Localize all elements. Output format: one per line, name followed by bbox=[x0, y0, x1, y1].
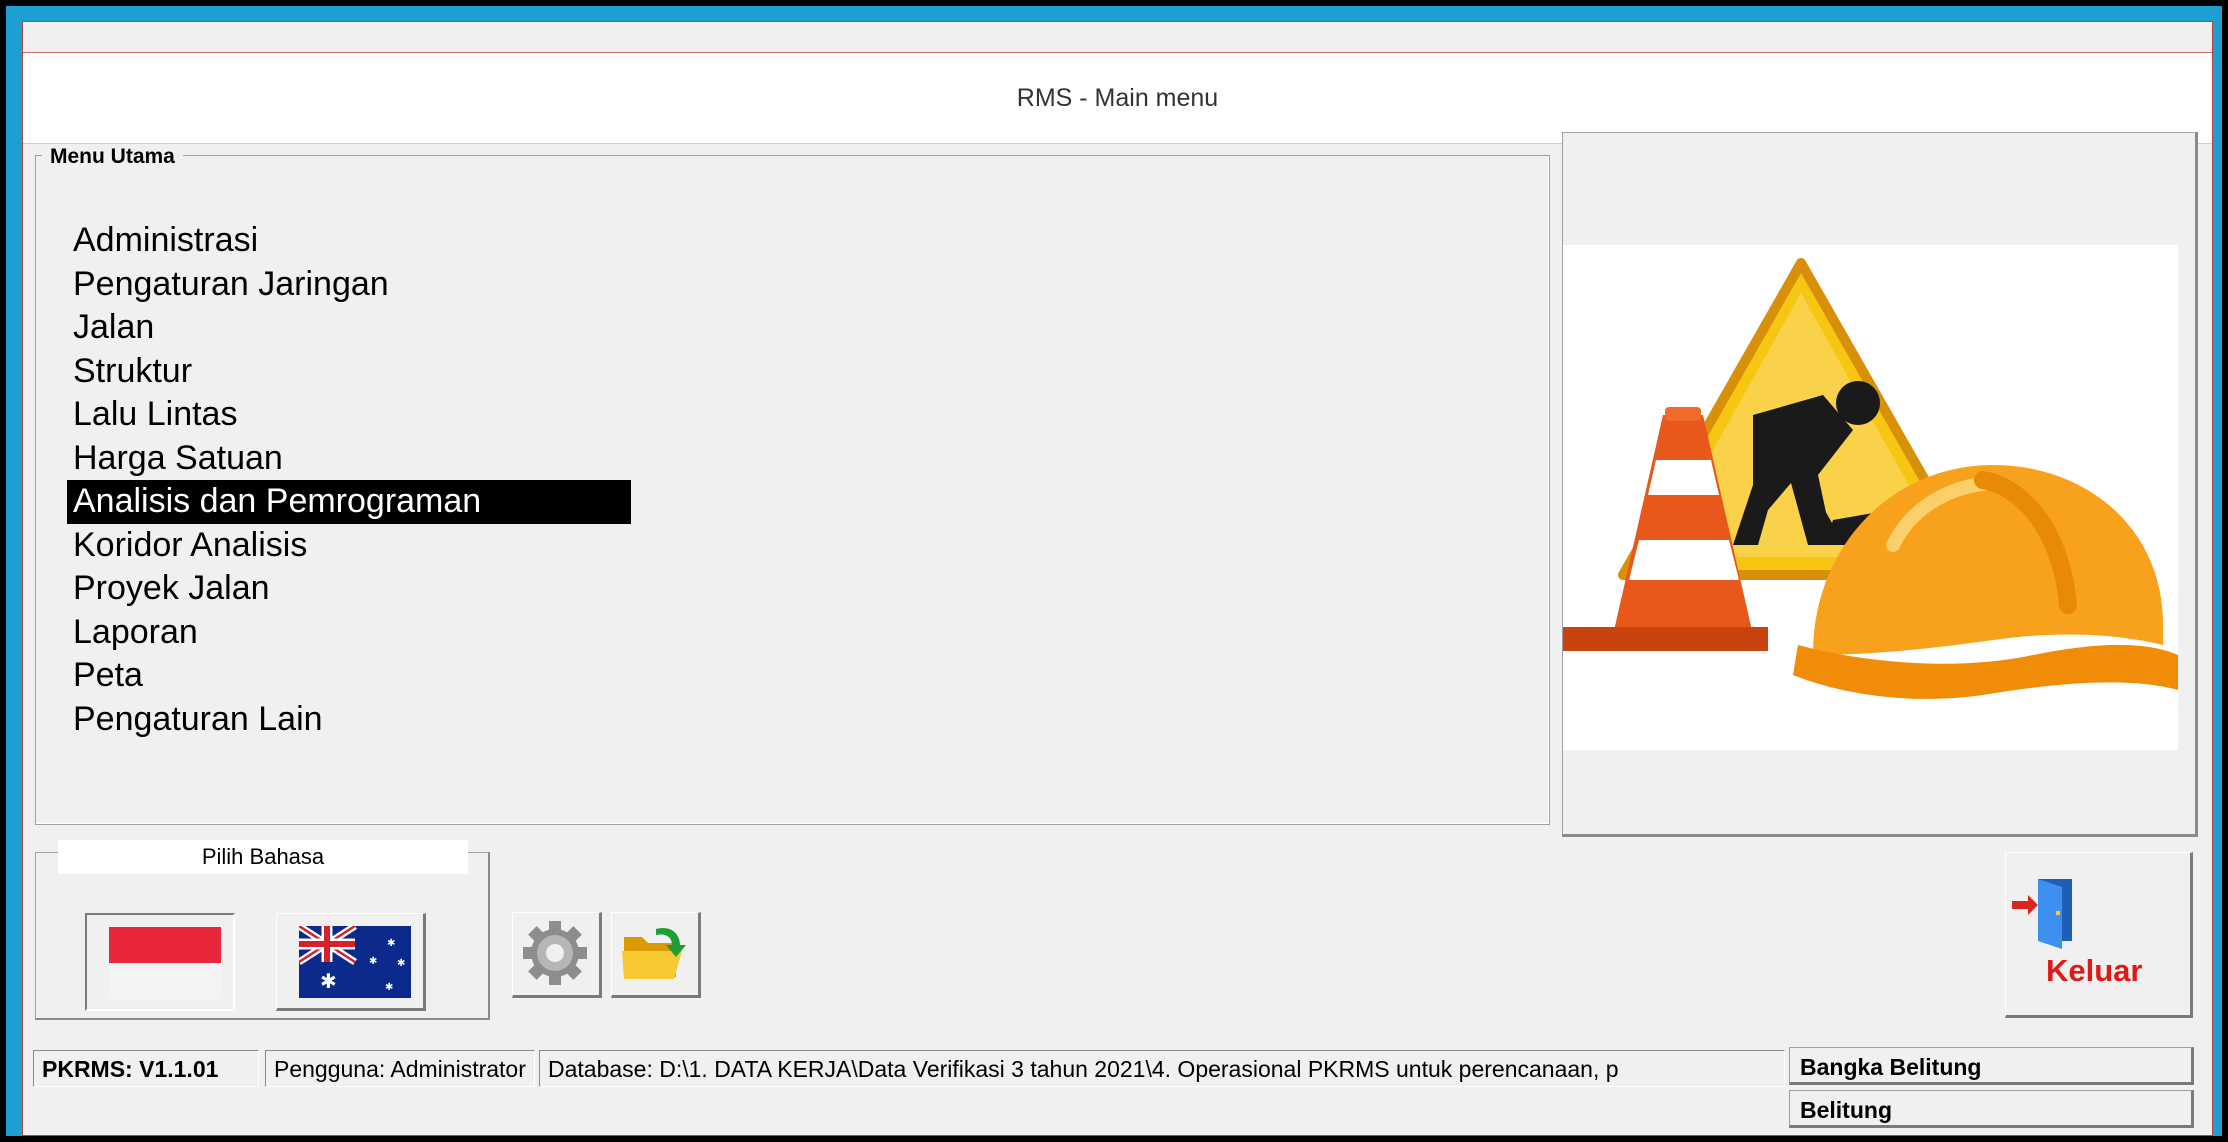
road-works-illustration-icon bbox=[1563, 258, 2178, 699]
menu-item-proyek-jalan[interactable]: Proyek Jalan bbox=[67, 567, 631, 611]
menu-item-analisis-dan-pemrograman[interactable]: Analisis dan Pemrograman bbox=[67, 480, 631, 524]
australia-flag-icon: ✱ ✱ ✱ ✱ ✱ bbox=[299, 926, 411, 998]
window-title-bar: RMS - Main menu bbox=[23, 52, 2212, 144]
menu-item-administrasi[interactable]: Administrasi bbox=[67, 219, 631, 263]
language-indonesia-button[interactable] bbox=[85, 913, 235, 1011]
language-legend: Pilih Bahasa bbox=[58, 840, 468, 874]
svg-text:✱: ✱ bbox=[369, 956, 377, 967]
svg-text:✱: ✱ bbox=[397, 958, 405, 969]
menu-item-koridor-analisis[interactable]: Koridor Analisis bbox=[67, 524, 631, 568]
main-menu-group: Menu Utama Administrasi Pengaturan Jarin… bbox=[35, 145, 1550, 825]
svg-text:✱: ✱ bbox=[320, 969, 337, 993]
menu-item-jalan[interactable]: Jalan bbox=[67, 306, 631, 350]
folder-open-icon bbox=[622, 927, 686, 979]
main-window: RMS - Main menu Menu Utama Administrasi … bbox=[22, 21, 2213, 1136]
main-menu-legend: Menu Utama bbox=[42, 145, 183, 169]
window-title: RMS - Main menu bbox=[1016, 84, 1219, 112]
indonesia-flag-icon bbox=[109, 927, 221, 999]
menu-item-pengaturan-lain[interactable]: Pengaturan Lain bbox=[67, 698, 631, 742]
status-province: Bangka Belitung bbox=[1789, 1047, 2194, 1085]
exit-button[interactable]: Keluar bbox=[2005, 852, 2193, 1018]
menu-item-peta[interactable]: Peta bbox=[67, 654, 631, 698]
status-region: Belitung bbox=[1789, 1090, 2194, 1128]
status-version: PKRMS: V1.1.01 bbox=[33, 1050, 259, 1087]
status-database: Database: D:\1. DATA KERJA\Data Verifika… bbox=[539, 1050, 1785, 1087]
svg-text:✱: ✱ bbox=[387, 938, 395, 949]
menu-item-harga-satuan[interactable]: Harga Satuan bbox=[67, 437, 631, 481]
gear-icon bbox=[523, 921, 587, 985]
menu-item-struktur[interactable]: Struktur bbox=[67, 350, 631, 394]
open-folder-button[interactable] bbox=[611, 912, 701, 998]
illustration-panel bbox=[1562, 132, 2198, 837]
svg-text:✱: ✱ bbox=[385, 982, 393, 993]
main-menu-list: Administrasi Pengaturan Jaringan Jalan S… bbox=[67, 219, 631, 741]
exit-label: Keluar bbox=[2046, 953, 2143, 988]
exit-door-icon bbox=[2012, 879, 2072, 949]
language-group: Pilih Bahasa ✱ ✱ ✱ ✱ ✱ bbox=[35, 840, 490, 1020]
menu-item-laporan[interactable]: Laporan bbox=[67, 611, 631, 655]
menu-item-pengaturan-jaringan[interactable]: Pengaturan Jaringan bbox=[67, 263, 631, 307]
menu-item-lalu-lintas[interactable]: Lalu Lintas bbox=[67, 393, 631, 437]
illustration-area bbox=[1563, 245, 2178, 750]
settings-button[interactable] bbox=[512, 912, 602, 998]
status-user: Pengguna: Administrator bbox=[265, 1050, 535, 1087]
language-english-button[interactable]: ✱ ✱ ✱ ✱ ✱ bbox=[276, 913, 426, 1011]
